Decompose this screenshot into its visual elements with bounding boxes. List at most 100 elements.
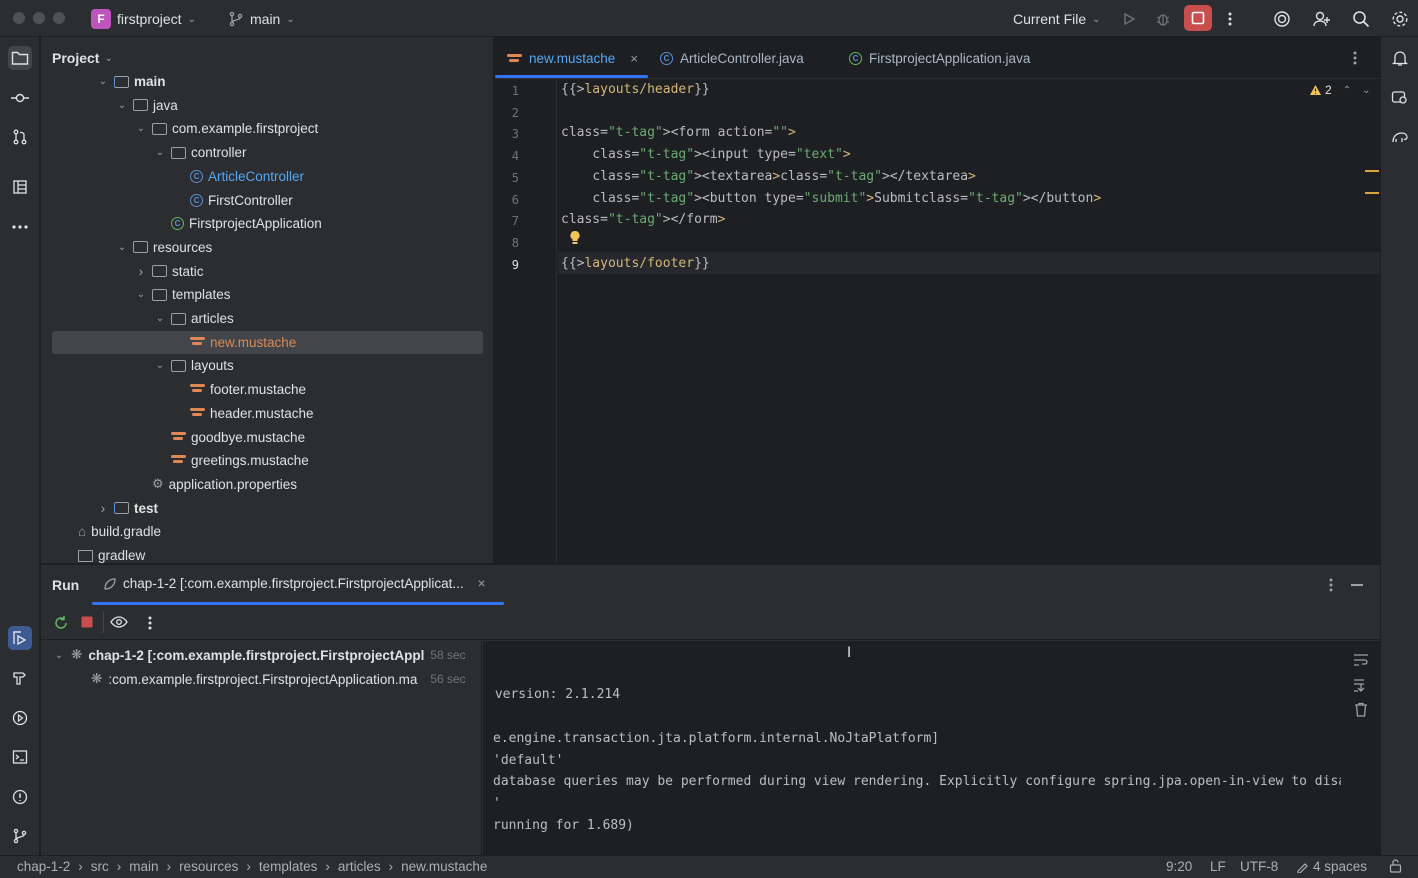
- chevron-right-icon[interactable]: ›: [135, 263, 147, 279]
- caret-position[interactable]: 9:20: [1166, 859, 1192, 874]
- pull-requests-tool-button[interactable]: [8, 125, 32, 149]
- tree-item[interactable]: C ArticleController: [173, 165, 304, 188]
- tab-article-controller[interactable]: C ArticleController.java: [660, 37, 804, 79]
- clear-console-button[interactable]: [1354, 702, 1368, 717]
- tree-item[interactable]: goodbye.mustache: [154, 426, 305, 449]
- warning-stripe-marker[interactable]: [1365, 192, 1379, 194]
- run-configuration-selector[interactable]: Current File ⌄: [1013, 8, 1101, 30]
- code-with-me-button[interactable]: [1311, 8, 1333, 30]
- chevron-down-icon[interactable]: ⌄: [97, 76, 109, 87]
- stop-button[interactable]: [1184, 5, 1212, 31]
- breadcrumb-item[interactable]: new.mustache: [401, 859, 487, 874]
- tree-item[interactable]: ⚙ application.properties: [135, 473, 297, 496]
- chevron-down-icon[interactable]: ⌄: [135, 289, 147, 300]
- code-line[interactable]: class="t-tag"><textarea>class="t-tag"></…: [561, 169, 976, 184]
- code-line[interactable]: class="t-tag"><input type="text">: [561, 147, 850, 162]
- breadcrumb-item[interactable]: templates: [259, 859, 318, 874]
- structure-tool-button[interactable]: [8, 175, 32, 199]
- maximize-window-button[interactable]: [53, 12, 65, 24]
- tree-item[interactable]: › static: [135, 260, 204, 283]
- debug-button[interactable]: [1152, 8, 1174, 30]
- tree-item[interactable]: header.mustache: [173, 402, 314, 425]
- breadcrumb-item[interactable]: articles: [338, 859, 381, 874]
- minimize-icon[interactable]: [1351, 584, 1363, 586]
- chevron-down-icon[interactable]: ⌄: [135, 123, 147, 134]
- ai-assistant-button[interactable]: [1271, 8, 1293, 30]
- run-button[interactable]: [1118, 8, 1140, 30]
- inspection-widget[interactable]: 2 ⌃ ⌄: [1309, 83, 1370, 97]
- breadcrumb-item[interactable]: chap-1-2: [17, 859, 70, 874]
- chevron-down-icon[interactable]: ⌄: [154, 360, 166, 371]
- chevron-down-icon[interactable]: ⌄: [116, 100, 128, 111]
- chevron-down-icon[interactable]: ⌄: [154, 313, 166, 324]
- show-toggle-button[interactable]: [110, 615, 128, 629]
- close-window-button[interactable]: [13, 12, 25, 24]
- chevron-down-icon[interactable]: ⌄: [1362, 85, 1370, 96]
- tree-item[interactable]: ⌄ resources: [116, 236, 212, 259]
- indent-settings[interactable]: 4 spaces: [1296, 859, 1367, 874]
- run-options-button[interactable]: [1329, 577, 1333, 593]
- tree-item[interactable]: new.mustache: [52, 330, 483, 354]
- more-actions-button[interactable]: [148, 615, 152, 631]
- gradle-tool-button[interactable]: [1388, 125, 1412, 149]
- code-line[interactable]: {{>layouts/header}}: [561, 82, 710, 97]
- close-icon[interactable]: ×: [630, 51, 638, 66]
- tree-item[interactable]: ⌂ build.gradle: [78, 520, 161, 543]
- file-encoding[interactable]: UTF-8: [1240, 859, 1278, 874]
- close-icon[interactable]: ×: [478, 576, 486, 591]
- scroll-to-end-button[interactable]: [1353, 678, 1369, 692]
- tree-item[interactable]: ⌄ templates: [135, 283, 231, 306]
- tree-item[interactable]: gradlew: [78, 544, 145, 563]
- code-line[interactable]: class="t-tag"><form action="">: [561, 125, 796, 140]
- tree-item[interactable]: › test: [97, 497, 158, 520]
- soft-wrap-button[interactable]: [1353, 653, 1369, 667]
- git-tool-button[interactable]: [8, 824, 32, 848]
- services-tool-button[interactable]: [8, 706, 32, 730]
- rerun-button[interactable]: [53, 615, 69, 631]
- breadcrumb-item[interactable]: src: [91, 859, 109, 874]
- code-line[interactable]: {{>layouts/footer}}: [561, 256, 710, 271]
- run-tab[interactable]: chap-1-2 [:com.example.firstproject.Firs…: [103, 576, 486, 591]
- line-separator[interactable]: LF: [1210, 859, 1226, 874]
- breadcrumb-item[interactable]: resources: [179, 859, 238, 874]
- project-view-selector[interactable]: Project ⌄: [52, 50, 113, 66]
- terminal-tool-button[interactable]: [8, 745, 32, 769]
- chevron-right-icon[interactable]: ›: [97, 500, 109, 516]
- chevron-up-icon[interactable]: ⌃: [1343, 85, 1351, 96]
- tree-item[interactable]: ⌄ java: [116, 94, 178, 117]
- tree-item[interactable]: ⌄ com.example.firstproject: [135, 117, 319, 140]
- tab-options-button[interactable]: [1353, 50, 1357, 66]
- problems-tool-button[interactable]: [8, 785, 32, 809]
- stop-process-button[interactable]: [80, 615, 94, 629]
- search-everywhere-button[interactable]: [1350, 8, 1372, 30]
- notifications-button[interactable]: [1388, 46, 1412, 70]
- tree-item[interactable]: ⌄ layouts: [154, 354, 234, 377]
- tree-item[interactable]: C FirstController: [173, 189, 293, 212]
- more-tool-windows-button[interactable]: [8, 215, 32, 239]
- tree-item[interactable]: ⌄ controller: [154, 141, 247, 164]
- tree-item[interactable]: ⌄ articles: [154, 307, 234, 330]
- breadcrumb-item[interactable]: main: [129, 859, 158, 874]
- tab-firstproject-application[interactable]: C FirstprojectApplication.java: [849, 37, 1030, 79]
- build-tool-button[interactable]: [8, 666, 32, 690]
- project-switcher[interactable]: F firstproject ⌄: [91, 8, 196, 30]
- tree-item[interactable]: footer.mustache: [173, 378, 306, 401]
- minimize-window-button[interactable]: [33, 12, 45, 24]
- settings-button[interactable]: [1389, 8, 1411, 30]
- code-area[interactable]: 1 {{>layouts/header}} 2 3 class="t-tag"><for…: [495, 79, 1380, 563]
- run-tool-button[interactable]: [8, 626, 32, 650]
- project-tool-button[interactable]: [8, 46, 32, 70]
- tree-item[interactable]: greetings.mustache: [154, 449, 309, 472]
- console-output[interactable]: version: 2.1.214 e.engine.transaction.jta…: [483, 641, 1341, 856]
- code-line[interactable]: class="t-tag"><button type="submit">Subm…: [561, 191, 1101, 206]
- lightbulb-icon[interactable]: [569, 230, 581, 246]
- chevron-down-icon[interactable]: ⌄: [154, 147, 166, 158]
- tab-new-mustache[interactable]: new.mustache ×: [507, 37, 638, 79]
- code-line[interactable]: class="t-tag"></form>: [561, 212, 725, 227]
- read-only-toggle[interactable]: [1389, 859, 1402, 873]
- run-tree-child[interactable]: ❋ :com.example.firstproject.Firstproject…: [91, 671, 466, 687]
- chevron-down-icon[interactable]: ⌄: [116, 242, 128, 253]
- more-actions-button[interactable]: [1219, 8, 1241, 30]
- ai-chat-button[interactable]: [1388, 86, 1412, 110]
- tree-item[interactable]: C FirstprojectApplication: [154, 212, 322, 235]
